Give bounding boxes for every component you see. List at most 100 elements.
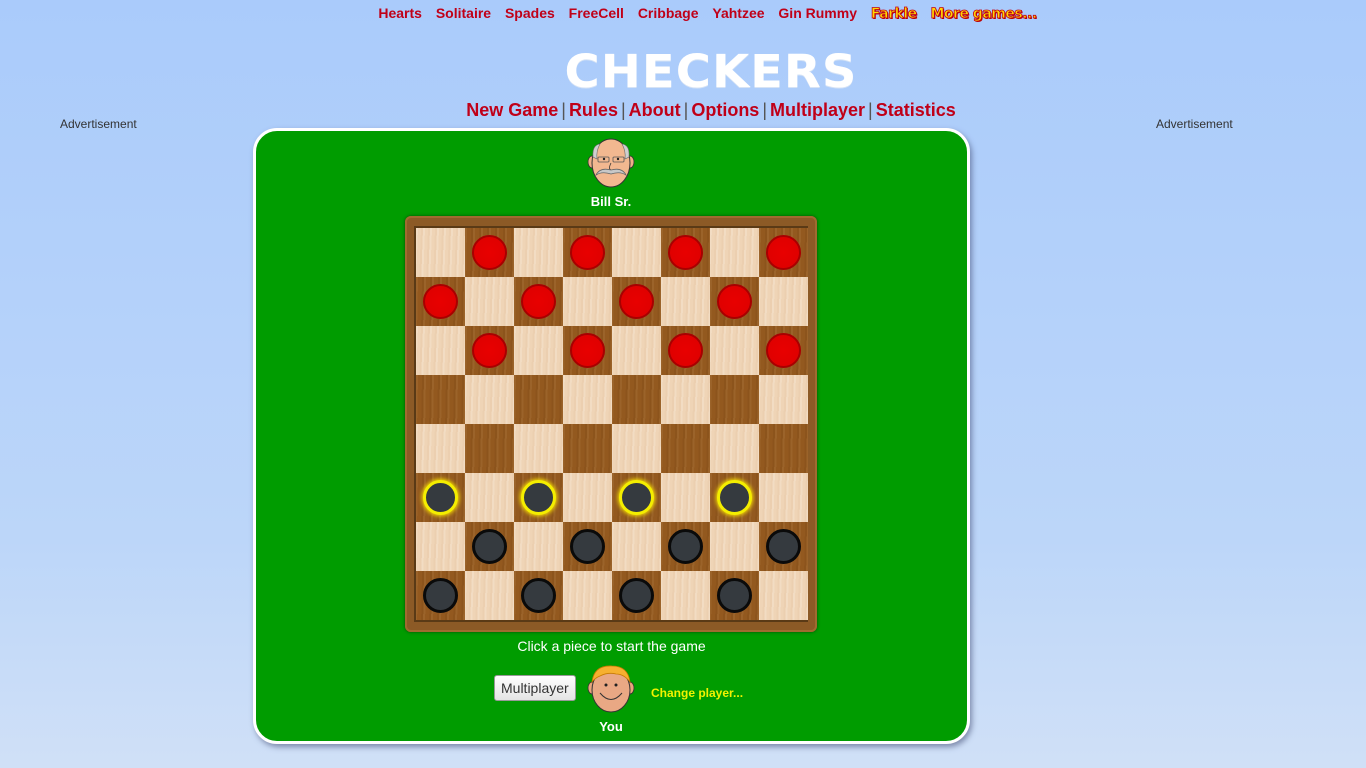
black-checker-piece-movable[interactable] [619,480,654,515]
human-player: You [581,662,641,734]
nav-link-cribbage[interactable]: Cribbage [638,5,699,21]
board-square [710,326,759,375]
board-square [563,473,612,522]
board-square [514,326,563,375]
player-name: You [599,719,623,734]
menu-separator: | [762,100,768,120]
change-player-link[interactable]: Change player... [651,686,743,700]
menu-rules[interactable]: Rules [569,100,618,120]
nav-link-yahtzee[interactable]: Yahtzee [712,5,764,21]
board-square[interactable] [661,424,710,473]
board-square [710,424,759,473]
boy-avatar-icon [587,665,635,713]
menu-separator: | [620,100,626,120]
menu-about[interactable]: About [629,100,681,120]
board-square[interactable] [710,473,759,522]
board-square[interactable] [759,228,808,277]
board-square[interactable] [759,326,808,375]
black-checker-piece[interactable] [668,529,703,564]
board-square [514,522,563,571]
black-checker-piece-movable[interactable] [717,480,752,515]
board-square[interactable] [514,277,563,326]
menu-options[interactable]: Options [691,100,759,120]
nav-link-spades[interactable]: Spades [505,5,555,21]
nav-link-solitaire[interactable]: Solitaire [436,5,491,21]
board-square[interactable] [416,375,465,424]
board-square[interactable] [416,571,465,620]
menu-separator: | [683,100,689,120]
board-square[interactable] [465,228,514,277]
red-checker-piece [570,333,605,368]
red-checker-piece [668,333,703,368]
nav-link-more-games[interactable]: More games... [930,6,1037,23]
board-square[interactable] [465,522,514,571]
board-square[interactable] [514,571,563,620]
board-square [759,375,808,424]
board-square[interactable] [465,326,514,375]
status-message: Click a piece to start the game [517,638,706,654]
board-square[interactable] [514,473,563,522]
advertisement-label-right: Advertisement [1156,117,1233,131]
nav-link-hearts[interactable]: Hearts [378,5,422,21]
board-square [612,424,661,473]
board-square[interactable] [416,473,465,522]
menu-new-game[interactable]: New Game [466,100,558,120]
board-square[interactable] [710,571,759,620]
board-square [759,277,808,326]
menu-separator: | [561,100,566,120]
black-checker-piece[interactable] [570,529,605,564]
black-checker-piece[interactable] [472,529,507,564]
black-checker-piece[interactable] [619,578,654,613]
red-checker-piece [766,333,801,368]
board-square [563,277,612,326]
board-square[interactable] [416,277,465,326]
black-checker-piece[interactable] [423,578,458,613]
board-square[interactable] [661,522,710,571]
board-square[interactable] [612,571,661,620]
black-checker-piece-movable[interactable] [423,480,458,515]
red-checker-piece [717,284,752,319]
board-square [710,228,759,277]
board-square [661,277,710,326]
board-square[interactable] [759,522,808,571]
black-checker-piece[interactable] [766,529,801,564]
board-square[interactable] [612,277,661,326]
board-square[interactable] [710,375,759,424]
board-square [514,424,563,473]
board-square [563,375,612,424]
red-checker-piece [570,235,605,270]
board-square[interactable] [563,424,612,473]
board-square[interactable] [661,326,710,375]
board-square[interactable] [514,375,563,424]
board-square [612,326,661,375]
board-square [416,326,465,375]
black-checker-piece[interactable] [521,578,556,613]
board-square[interactable] [563,522,612,571]
menu-statistics[interactable]: Statistics [876,100,956,120]
opponent-player: Bill Sr. [581,137,641,209]
nav-link-gin-rummy[interactable]: Gin Rummy [778,5,857,21]
board-square [661,473,710,522]
opponent-name: Bill Sr. [590,194,632,209]
board-square [612,522,661,571]
board-square [416,228,465,277]
nav-link-freecell[interactable]: FreeCell [569,5,624,21]
board-square[interactable] [563,228,612,277]
board-square[interactable] [465,424,514,473]
board-square[interactable] [563,326,612,375]
board-square[interactable] [612,375,661,424]
menu-multiplayer[interactable]: Multiplayer [770,100,865,120]
board-square[interactable] [661,228,710,277]
checkers-logo: CHECKERS [564,45,858,99]
black-checker-piece[interactable] [717,578,752,613]
board-square[interactable] [710,277,759,326]
board-square [465,375,514,424]
board-square[interactable] [759,424,808,473]
board-square [759,571,808,620]
board-square [416,522,465,571]
multiplayer-button[interactable]: Multiplayer [494,675,576,701]
checkers-board [414,226,808,622]
nav-link-farkle[interactable]: Farkle [870,6,917,23]
board-square[interactable] [612,473,661,522]
black-checker-piece-movable[interactable] [521,480,556,515]
